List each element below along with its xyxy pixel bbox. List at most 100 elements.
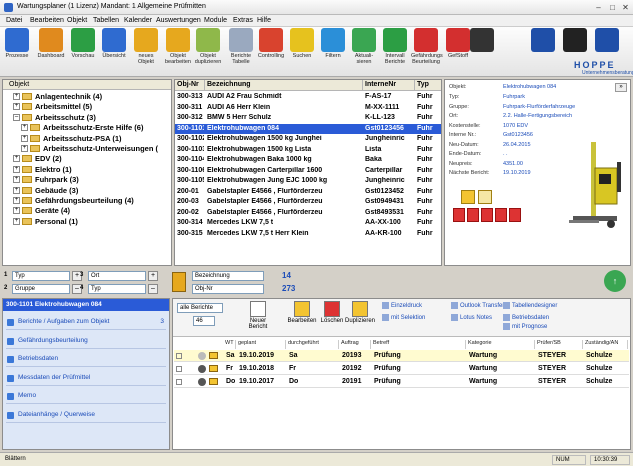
toolbar-button-10[interactable]: Filtern bbox=[318, 28, 348, 59]
report-action-button[interactable]: Bearbeiten bbox=[285, 301, 319, 324]
report-link[interactable]: Tabellendesigner bbox=[503, 302, 557, 309]
toolbar-button-2[interactable]: Vorschau bbox=[68, 28, 98, 59]
report-action-button[interactable]: Duplizieren bbox=[343, 301, 377, 324]
filter-toggle-button[interactable]: – bbox=[148, 284, 158, 294]
table-row[interactable]: 300-311 AUDI A6 Herr Klein M-XX-1111 Fuhr bbox=[175, 103, 441, 114]
maximize-button[interactable]: □ bbox=[606, 2, 619, 13]
tree-expand-icon[interactable]: + bbox=[21, 124, 28, 132]
report-link[interactable]: mit Prognose bbox=[503, 323, 547, 330]
toolbar-button-15[interactable] bbox=[467, 28, 497, 52]
table-row[interactable]: 300-1103 Elektrohubwagen 1500 kg Lista Lis… bbox=[175, 145, 441, 156]
toolbar-button-6[interactable]: Objekt duplizieren bbox=[193, 28, 223, 65]
report-column-header[interactable]: Zuständig/AN bbox=[583, 340, 628, 349]
tree-expand-icon[interactable]: + bbox=[13, 176, 20, 184]
pdf-icon[interactable] bbox=[467, 208, 479, 222]
pdf-icon[interactable] bbox=[495, 208, 507, 222]
report-column-header[interactable]: Betreff bbox=[371, 340, 466, 349]
tree-expand-icon[interactable]: + bbox=[13, 197, 20, 204]
report-row[interactable]: Do 19.10.2017 Do 20191 Prüfung Wartung STEYER S… bbox=[174, 376, 629, 388]
tree-expand-icon[interactable]: + bbox=[13, 103, 20, 111]
pdf-icon[interactable] bbox=[453, 208, 465, 222]
tree-node[interactable]: + Anlagentechnik (4) bbox=[13, 92, 102, 101]
grid-column-header[interactable]: Obj-Nr bbox=[175, 80, 205, 91]
row-expand-icon[interactable] bbox=[176, 353, 182, 359]
toolbar-button-13[interactable]: Gefährdungs Beurteilung bbox=[411, 28, 443, 65]
report-row[interactable]: Fr 19.10.2018 Fr 20192 Prüfung Wartung STEYER S… bbox=[174, 363, 629, 375]
toolbar-button-18[interactable] bbox=[592, 28, 622, 52]
toolbar-button-7[interactable]: Berichte Tabelle bbox=[226, 28, 256, 65]
tree-node[interactable]: + Gefährdungsbeurteilung (4) bbox=[13, 196, 134, 205]
tree-node[interactable]: + Arbeitsschutz-Erste Hilfe (6) bbox=[21, 123, 143, 132]
tree-node[interactable]: + Arbeitsmittel (5) bbox=[13, 102, 92, 111]
toolbar-button-0[interactable]: Prozesse bbox=[2, 28, 32, 59]
filter-apply-icon[interactable] bbox=[172, 272, 186, 292]
grid-column-header[interactable]: Bezeichnung bbox=[205, 80, 363, 91]
toolbar-button-9[interactable]: Suchen bbox=[287, 28, 317, 59]
toolbar-button-11[interactable]: Aktuali-sieren bbox=[349, 28, 379, 65]
nav-item[interactable]: Memo bbox=[6, 389, 166, 404]
detail-expand-button[interactable]: » bbox=[615, 83, 627, 92]
tree-expand-icon[interactable]: + bbox=[21, 145, 28, 152]
report-link[interactable]: Outlook Transfer bbox=[451, 302, 504, 309]
toolbar-button-1[interactable]: Dashboard bbox=[36, 28, 66, 59]
table-row[interactable]: 300-1102 Elektrohubwagen 1500 kg Junghei J… bbox=[175, 134, 441, 145]
toolbar-button-16[interactable] bbox=[528, 28, 558, 52]
tree-node[interactable]: + Fuhrpark (3) bbox=[13, 175, 79, 184]
menu-objekt[interactable]: Objekt bbox=[67, 17, 87, 24]
filter-select[interactable]: Ort bbox=[88, 271, 146, 281]
nav-item[interactable]: Dateianhänge / Querweise bbox=[6, 408, 166, 423]
user-status-icon[interactable]: ↑ bbox=[604, 270, 626, 292]
toolbar-button-3[interactable]: Übersicht bbox=[99, 28, 129, 59]
menu-tabellen[interactable]: Tabellen bbox=[93, 17, 119, 24]
menu-extras[interactable]: Extras bbox=[233, 17, 253, 24]
menu-datei[interactable]: Datei bbox=[6, 17, 22, 24]
report-link[interactable]: mit Selektion bbox=[382, 314, 425, 321]
report-action-button[interactable]: Neuer Bericht bbox=[241, 301, 275, 330]
report-column-header[interactable]: Kategorie bbox=[466, 340, 535, 349]
table-row[interactable]: 300-313 AUDI A2 Frau Schmidt F-AS-17 Fuhr bbox=[175, 92, 441, 103]
toolbar-button-4[interactable]: neues Objekt bbox=[131, 28, 161, 65]
pdf-icon[interactable] bbox=[481, 208, 493, 222]
grid-column-header[interactable]: InterneNr bbox=[363, 80, 415, 91]
report-column-header[interactable]: WT bbox=[223, 340, 236, 349]
tree-expand-icon[interactable]: + bbox=[13, 165, 20, 173]
filter-select[interactable]: Typ bbox=[88, 284, 146, 294]
attachment-doc-icon[interactable] bbox=[461, 190, 475, 204]
object-grid[interactable]: Obj-Nr Bezeichnung InterneNr Typ 300-313 AUDI… bbox=[174, 79, 442, 266]
grid-column-header[interactable]: Typ bbox=[415, 80, 441, 91]
table-row[interactable]: 300-1105 Elektrohubwagen Jung EJC 1000 kg… bbox=[175, 176, 441, 187]
table-row[interactable]: 300-1104 Elektrohubwagen Baka 1000 kg Baka… bbox=[175, 155, 441, 166]
table-row[interactable]: 200-02 Gabelstapler E4566 , Flurförderzeu… bbox=[175, 208, 441, 219]
report-column-header[interactable]: Auftrag bbox=[339, 340, 371, 349]
toolbar-button-17[interactable] bbox=[560, 28, 590, 52]
table-row[interactable]: 200-01 Gabelstapler E4566 , Flurförderzeu… bbox=[175, 187, 441, 198]
table-row[interactable]: 200-03 Gabelstapler E4566 , Flurförderzeu… bbox=[175, 197, 441, 208]
report-count-field[interactable]: 46 bbox=[193, 316, 215, 326]
menu-auswertungen[interactable]: Auswertungen bbox=[156, 17, 201, 24]
report-column-header[interactable]: geplant bbox=[236, 340, 286, 349]
sort-select[interactable]: Obj-Nr bbox=[192, 284, 264, 294]
tree-node[interactable]: + Arbeitsschutz-PSA (1) bbox=[21, 134, 121, 143]
attachment-image-icon[interactable] bbox=[478, 190, 492, 204]
tree-node[interactable]: + Personal (1) bbox=[13, 217, 78, 226]
report-link[interactable]: Lotus Notes bbox=[451, 314, 492, 321]
table-row[interactable]: 300-314 Mercedes LKW 7,5 t AA-XX-100 Fuhr bbox=[175, 218, 441, 229]
table-row[interactable]: 300-1101 Elektrohubwagen 084 Gst0123456 Fuh… bbox=[175, 123, 441, 134]
tree-expand-icon[interactable]: + bbox=[13, 217, 20, 225]
toolbar-button-12[interactable]: Intervall Berichte bbox=[380, 28, 410, 65]
table-row[interactable]: 300-1106 Elektrohubwagen Carterpillar 160… bbox=[175, 166, 441, 177]
report-column-header[interactable]: Prüfer/SB bbox=[535, 340, 583, 349]
table-row[interactable]: 300-312 BMW 5 Herr Schulz K-LL-123 Fuhr bbox=[175, 113, 441, 124]
menu-bearbeiten[interactable]: Bearbeiten bbox=[30, 17, 64, 24]
menu-hilfe[interactable]: Hilfe bbox=[257, 17, 271, 24]
tree-expand-icon[interactable]: + bbox=[13, 93, 20, 100]
minimize-button[interactable]: – bbox=[592, 2, 605, 13]
report-link[interactable]: Einzeldruck bbox=[382, 302, 422, 309]
table-row[interactable]: 300-315 Mercedes LKW 7,5 t Herr Klein AA-K… bbox=[175, 229, 441, 240]
report-link[interactable]: Betriebsdaten bbox=[503, 314, 549, 321]
tree-node[interactable]: + Geräte (4) bbox=[13, 206, 70, 215]
tree-node[interactable]: + Arbeitsschutz-Unterweisungen ( bbox=[21, 144, 158, 153]
tree-expand-icon[interactable]: + bbox=[13, 186, 20, 194]
tree-expand-icon[interactable]: + bbox=[13, 155, 20, 163]
report-column-header[interactable]: durchgeführt bbox=[286, 340, 339, 349]
